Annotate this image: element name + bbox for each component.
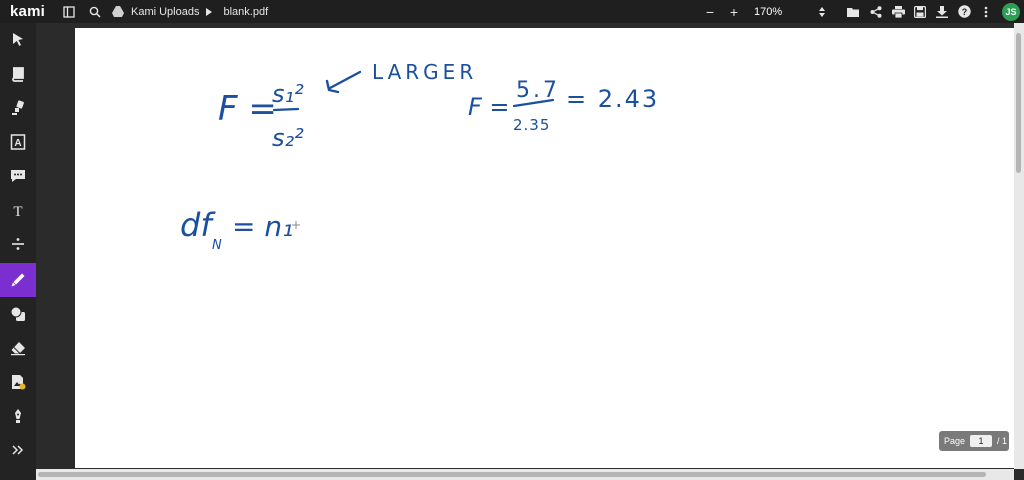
- signature-tool[interactable]: [0, 400, 36, 432]
- user-avatar[interactable]: JS: [1002, 2, 1020, 21]
- zoom-out-button[interactable]: −: [700, 2, 720, 22]
- zoom-dropdown-icon[interactable]: [812, 2, 832, 22]
- markup-tool[interactable]: A: [0, 126, 36, 158]
- zoom-control: − + 170%: [700, 2, 832, 22]
- eraser-icon: [11, 342, 25, 356]
- share-icon[interactable]: [866, 2, 886, 22]
- page-indicator: Page 1 / 1: [939, 431, 1009, 451]
- save-icon[interactable]: [910, 2, 930, 22]
- divide-icon: [12, 238, 24, 250]
- cursor-arrow-icon: [13, 33, 23, 46]
- add-media-tool[interactable]: [0, 366, 36, 398]
- comment-tool[interactable]: [0, 160, 36, 192]
- horizontal-scrollbar[interactable]: [36, 469, 1014, 480]
- text-markup-icon: A: [10, 134, 26, 150]
- more-options-icon[interactable]: [976, 2, 996, 22]
- letter-t-icon: T: [13, 204, 22, 218]
- search-icon[interactable]: [85, 2, 105, 22]
- equation-tool[interactable]: [0, 228, 36, 260]
- download-icon[interactable]: [932, 2, 952, 22]
- page-total: / 1: [997, 436, 1008, 446]
- vertical-scroll-thumb[interactable]: [1016, 33, 1021, 173]
- sidebar-toggle-icon[interactable]: [59, 2, 79, 22]
- open-folder-icon[interactable]: [844, 2, 864, 22]
- print-icon[interactable]: [888, 2, 908, 22]
- drawing-tool[interactable]: [0, 263, 36, 297]
- image-plus-icon: [12, 375, 26, 390]
- shapes-tool[interactable]: [0, 298, 36, 330]
- breadcrumb-folder[interactable]: Kami Uploads: [131, 6, 199, 18]
- select-tool[interactable]: [0, 23, 36, 55]
- vertical-scrollbar[interactable]: [1014, 23, 1024, 469]
- double-chevron-icon: [12, 445, 24, 455]
- book-icon: [12, 67, 24, 82]
- svg-text:A: A: [14, 138, 21, 149]
- top-toolbar: kami Kami Uploads blank.pdf − + 170% ? J…: [0, 0, 1024, 23]
- dictionary-tool[interactable]: [0, 58, 36, 90]
- svg-text:?: ?: [961, 7, 967, 17]
- page-indicator-label: Page: [944, 436, 966, 446]
- help-icon[interactable]: ?: [954, 2, 974, 22]
- pen-icon: [11, 273, 25, 287]
- kami-logo: kami: [10, 3, 45, 20]
- page-number-input[interactable]: 1: [970, 435, 993, 447]
- shapes-icon: [10, 306, 25, 321]
- tool-sidebar: A T: [0, 23, 36, 480]
- breadcrumb: Kami Uploads blank.pdf: [111, 2, 268, 22]
- pen-nib-icon: [15, 409, 21, 423]
- text-tool[interactable]: T: [0, 194, 36, 226]
- right-toolbar: − + 170% ? JS: [700, 0, 1024, 23]
- highlighter-icon: [12, 100, 24, 115]
- speech-bubble-icon: [11, 170, 25, 182]
- zoom-value[interactable]: 170%: [748, 6, 808, 18]
- google-drive-icon: [111, 2, 125, 22]
- pdf-page[interactable]: [75, 28, 1014, 468]
- breadcrumb-file[interactable]: blank.pdf: [223, 6, 268, 18]
- zoom-in-button[interactable]: +: [724, 2, 744, 22]
- eraser-tool[interactable]: [0, 332, 36, 364]
- horizontal-scroll-thumb[interactable]: [38, 472, 986, 477]
- expand-tool[interactable]: [0, 434, 36, 466]
- svg-text:T: T: [13, 204, 22, 218]
- chevron-right-icon: [205, 2, 213, 22]
- highlight-tool[interactable]: [0, 92, 36, 124]
